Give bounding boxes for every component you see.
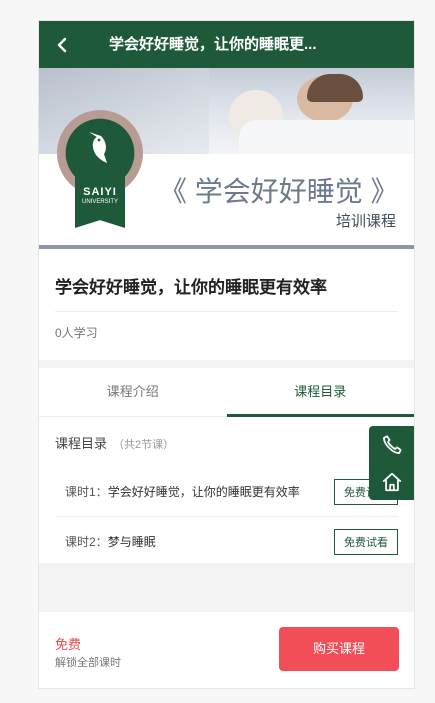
top-bar: 学会好好睡觉，让你的睡眠更... (39, 21, 414, 68)
phone-icon (382, 434, 402, 454)
call-button[interactable] (369, 426, 414, 463)
tab-intro[interactable]: 课程介绍 (39, 368, 227, 416)
bird-logo-icon (89, 132, 107, 163)
banner-title: 《 学会好好睡觉 》 (159, 176, 399, 207)
price-label: 免费 (55, 637, 82, 652)
lesson-row[interactable]: 课时1： 学会好好睡觉，让你的睡眠更有效率 免费试看 (55, 467, 398, 517)
app-frame: 学会好好睡觉，让你的睡眠更... SAIYI UNIVERSITY 《 学会好好… (38, 20, 415, 689)
page-title: 学会好好睡觉，让你的睡眠更... (109, 36, 317, 53)
logo-sub: UNIVERSITY (81, 199, 118, 205)
tab-bar: 课程介绍 课程目录 (39, 368, 414, 417)
lesson-title: 梦与睡眠 (107, 535, 156, 549)
lesson-count: （共2节课） (113, 439, 175, 451)
buy-course-button[interactable]: 购买课程 (279, 627, 399, 671)
lesson-title: 学会好好睡觉，让你的睡眠更有效率 (107, 485, 300, 499)
banner-subtitle: 培训课程 (335, 213, 396, 230)
lesson-row[interactable]: 课时2： 梦与睡眠 免费试看 (55, 517, 398, 567)
university-logo: SAIYI UNIVERSITY (57, 110, 143, 228)
catalog-heading-text: 课程目录 (55, 436, 108, 451)
course-title: 学会好好睡觉，让你的睡眠更有效率 (55, 278, 327, 297)
catalog-section: 课程目录 （共2节课） 课时1： 学会好好睡觉，让你的睡眠更有效率 免费试看 课时… (39, 417, 414, 567)
home-button[interactable] (369, 463, 414, 500)
back-button[interactable] (39, 21, 85, 68)
lesson-index: 课时2： (65, 535, 108, 549)
free-preview-button[interactable]: 免费试看 (334, 528, 398, 555)
logo-name: SAIYI (83, 186, 117, 198)
chevron-left-icon (57, 37, 67, 52)
home-icon (382, 472, 401, 491)
lesson-index: 课时1： (65, 485, 108, 499)
purchase-bar: 免费 解锁全部课时 购买课程 (39, 612, 414, 688)
tab-catalog[interactable]: 课程目录 (226, 368, 415, 417)
empty-space (39, 563, 414, 613)
learner-count: 0人学习 (55, 326, 98, 340)
course-banner: SAIYI UNIVERSITY 《 学会好好睡觉 》 培训课程 (39, 68, 414, 249)
section-gap (39, 360, 414, 368)
catalog-heading: 课程目录 （共2节课） (55, 433, 398, 467)
unlock-note: 解锁全部课时 (55, 657, 121, 669)
floating-actions (369, 426, 414, 500)
